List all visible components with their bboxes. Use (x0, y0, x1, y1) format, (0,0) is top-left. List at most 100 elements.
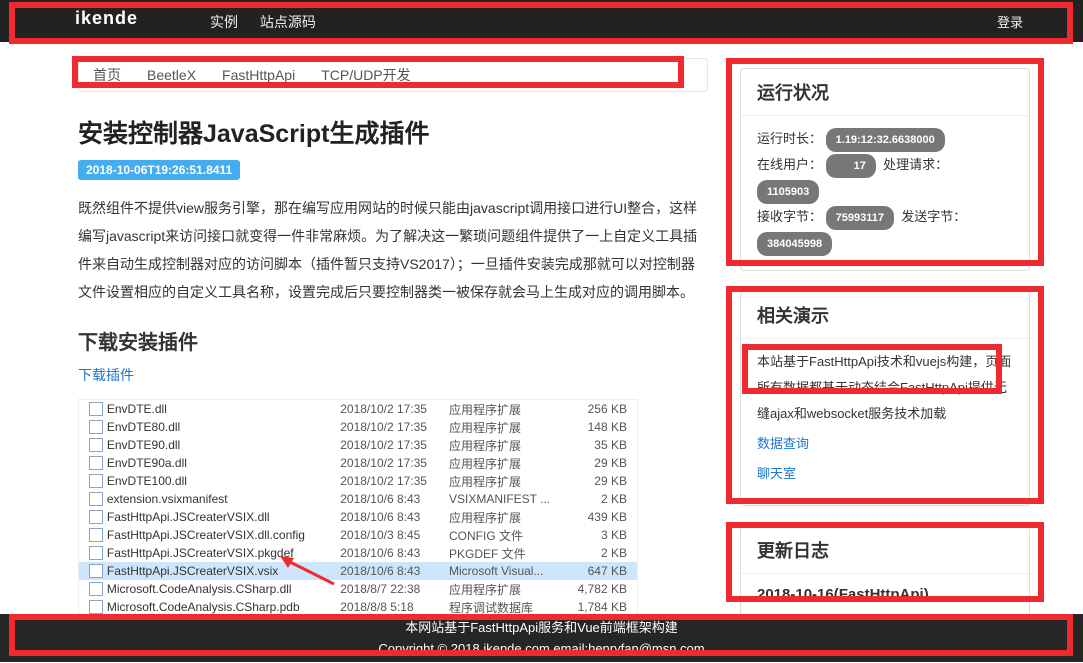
file-type: 程序调试数据库 (449, 599, 578, 616)
file-name: EnvDTE90a.dll (107, 456, 340, 470)
table-row[interactable]: EnvDTE80.dll2018/10/2 17:35应用程序扩展148 KB (79, 418, 637, 436)
status-title: 运行状况 (741, 69, 1029, 116)
file-type: 应用程序扩展 (449, 437, 578, 454)
table-row[interactable]: EnvDTE100.dll2018/10/2 17:35应用程序扩展29 KB (79, 472, 637, 490)
demos-intro: 本站基于FastHttpApi技术和vuejs构建，页面所有数据都基于动态结合F… (757, 349, 1013, 427)
tab-tcpudp[interactable]: TCP/UDP开发 (321, 65, 410, 85)
tabs-bar: 首页 BeetleX FastHttpApi TCP/UDP开发 (78, 58, 708, 92)
file-date: 2018/8/8 5:18 (340, 600, 449, 614)
demo-link-1[interactable]: 聊天室 (757, 461, 1013, 487)
file-type: 应用程序扩展 (449, 401, 578, 418)
nav-item-0[interactable]: 实例 (210, 14, 238, 30)
send-value: 384045998 (757, 232, 832, 256)
file-name: EnvDTE80.dll (107, 420, 340, 434)
article-paragraph: 既然组件不提供view服务引擎，那在编写应用网站的时候只能由javascript… (78, 194, 708, 306)
footer-line2: Copyright © 2018 ikende.com email:henryf… (0, 639, 1083, 660)
table-row[interactable]: FastHttpApi.JSCreaterVSIX.vsix2018/10/6 … (79, 562, 637, 580)
file-size: 29 KB (578, 456, 637, 470)
tab-fasthttpapi[interactable]: FastHttpApi (222, 67, 295, 83)
file-date: 2018/10/2 17:35 (340, 402, 449, 416)
table-row[interactable]: EnvDTE90a.dll2018/10/2 17:35应用程序扩展29 KB (79, 454, 637, 472)
file-name: EnvDTE100.dll (107, 474, 340, 488)
uptime-label: 运行时长： (757, 131, 822, 146)
arrow-icon (278, 554, 338, 590)
file-type: 应用程序扩展 (449, 581, 578, 598)
changelog-panel: 更新日志 2018-10-16(FastHttpApi) (740, 526, 1030, 620)
recv-label: 接收字节： (757, 209, 822, 224)
file-date: 2018/10/6 8:43 (340, 564, 449, 578)
nav-item-1[interactable]: 站点源码 (260, 14, 316, 30)
changelog-item-0[interactable]: 2018-10-16(FastHttpApi) (757, 580, 1013, 609)
table-row[interactable]: Microsoft.CodeAnalysis.CSharp.dll2018/8/… (79, 580, 637, 598)
tab-beetlex[interactable]: BeetleX (147, 67, 196, 83)
table-row[interactable]: extension.vsixmanifest2018/10/6 8:43VSIX… (79, 490, 637, 508)
file-type: 应用程序扩展 (449, 455, 578, 472)
file-icon (89, 564, 103, 578)
file-icon (89, 492, 103, 506)
file-type: Microsoft Visual... (449, 564, 578, 578)
table-row[interactable]: FastHttpApi.JSCreaterVSIX.dll2018/10/6 8… (79, 508, 637, 526)
file-size: 256 KB (578, 402, 637, 416)
section-title: 下载安装插件 (78, 326, 708, 355)
file-date: 2018/10/2 17:35 (340, 474, 449, 488)
top-bar: ikende 实例 站点源码 登录 (0, 0, 1083, 42)
login-link[interactable]: 登录 (997, 12, 1023, 31)
tab-home[interactable]: 首页 (93, 65, 121, 85)
file-date: 2018/10/2 17:35 (340, 456, 449, 470)
file-type: 应用程序扩展 (449, 419, 578, 436)
article-title: 安装控制器JavaScript生成插件 (78, 114, 708, 150)
file-icon (89, 546, 103, 560)
file-date: 2018/8/7 22:38 (340, 582, 449, 596)
file-name: FastHttpApi.JSCreaterVSIX.dll.config (107, 528, 340, 542)
file-size: 1,784 KB (578, 600, 637, 614)
file-name: FastHttpApi.JSCreaterVSIX.dll (107, 510, 340, 524)
uptime-value: 1.19:12:32.6638000 (826, 128, 945, 152)
file-icon (89, 438, 103, 452)
table-row[interactable]: EnvDTE90.dll2018/10/2 17:35应用程序扩展35 KB (79, 436, 637, 454)
file-icon (89, 582, 103, 596)
table-row[interactable]: FastHttpApi.JSCreaterVSIX.dll.config2018… (79, 526, 637, 544)
table-row[interactable]: EnvDTE.dll2018/10/2 17:35应用程序扩展256 KB (79, 400, 637, 418)
requests-value: 1105903 (757, 180, 819, 204)
send-label: 发送字节： (901, 209, 966, 224)
file-size: 2 KB (578, 492, 637, 506)
file-size: 35 KB (578, 438, 637, 452)
site-name: ikende (75, 8, 138, 29)
article-date-badge: 2018-10-06T19:26:51.8411 (78, 160, 240, 180)
recv-value: 75993117 (826, 206, 894, 230)
file-icon (89, 402, 103, 416)
file-icon (89, 474, 103, 488)
file-type: PKGDEF 文件 (449, 545, 578, 562)
file-name: Microsoft.CodeAnalysis.CSharp.pdb (107, 600, 340, 614)
table-row[interactable]: FastHttpApi.JSCreaterVSIX.pkgdef2018/10/… (79, 544, 637, 562)
demo-link-0[interactable]: 数据查询 (757, 431, 1013, 457)
requests-label: 处理请求： (883, 157, 948, 172)
file-date: 2018/10/6 8:43 (340, 546, 449, 560)
demos-panel: 相关演示 本站基于FastHttpApi技术和vuejs构建，页面所有数据都基于… (740, 291, 1030, 506)
file-date: 2018/10/3 8:45 (340, 528, 449, 542)
file-name: EnvDTE90.dll (107, 438, 340, 452)
file-name: EnvDTE.dll (107, 402, 340, 416)
file-size: 439 KB (578, 510, 637, 524)
file-list: EnvDTE.dll2018/10/2 17:35应用程序扩展256 KBEnv… (78, 399, 638, 617)
status-panel: 运行状况 运行时长： 1.19:12:32.6638000 在线用户： 17 处… (740, 68, 1030, 271)
file-icon (89, 420, 103, 434)
file-icon (89, 600, 103, 614)
file-size: 647 KB (578, 564, 637, 578)
file-date: 2018/10/6 8:43 (340, 492, 449, 506)
changelog-title: 更新日志 (741, 527, 1029, 574)
online-value: 17 (826, 154, 876, 178)
file-date: 2018/10/2 17:35 (340, 420, 449, 434)
download-link[interactable]: 下载插件 (78, 365, 134, 385)
file-size: 4,782 KB (578, 582, 637, 596)
file-type: 应用程序扩展 (449, 473, 578, 490)
file-date: 2018/10/2 17:35 (340, 438, 449, 452)
file-size: 148 KB (578, 420, 637, 434)
file-type: 应用程序扩展 (449, 509, 578, 526)
footer-line1: 本网站基于FastHttpApi服务和Vue前端框架构建 (0, 618, 1083, 639)
file-type: CONFIG 文件 (449, 527, 578, 544)
file-size: 2 KB (578, 546, 637, 560)
file-type: VSIXMANIFEST ... (449, 492, 578, 506)
file-size: 29 KB (578, 474, 637, 488)
file-icon (89, 456, 103, 470)
